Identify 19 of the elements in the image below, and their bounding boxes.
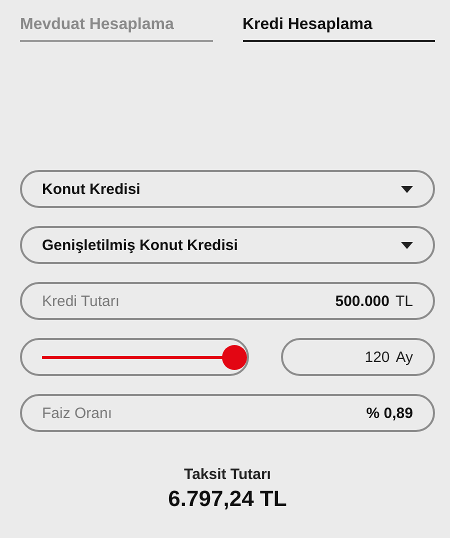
amount-value: 500.000 xyxy=(335,292,390,310)
dropdown-arrow-icon xyxy=(401,242,413,248)
field-label: Faiz Oranı xyxy=(42,404,114,422)
installment-amount: 6.797,24 TL xyxy=(168,486,287,512)
dropdown-arrow-icon xyxy=(401,186,413,192)
amount-field[interactable]: Kredi Tutarı 500.000 TL xyxy=(20,282,435,320)
currency-unit: TL xyxy=(395,292,413,310)
term-unit: Ay xyxy=(396,348,413,366)
term-value: 120 xyxy=(364,348,390,366)
result-label: Taksit Tutarı xyxy=(184,466,271,483)
tab[interactable]: Kredi Hesaplama xyxy=(242,14,435,42)
slider-handle[interactable] xyxy=(222,344,247,370)
term-slider[interactable] xyxy=(20,338,249,376)
dropdown[interactable]: Genişletilmiş Konut Kredisi xyxy=(20,226,435,264)
field-label: Kredi Tutarı xyxy=(42,292,121,310)
dropdown[interactable]: Konut Kredisi xyxy=(20,170,435,208)
interest-field[interactable]: Faiz Oranı % 0,89 xyxy=(20,394,435,432)
term-field[interactable]: 120 Ay xyxy=(281,338,435,376)
interest-value: % 0,89 xyxy=(366,404,413,422)
